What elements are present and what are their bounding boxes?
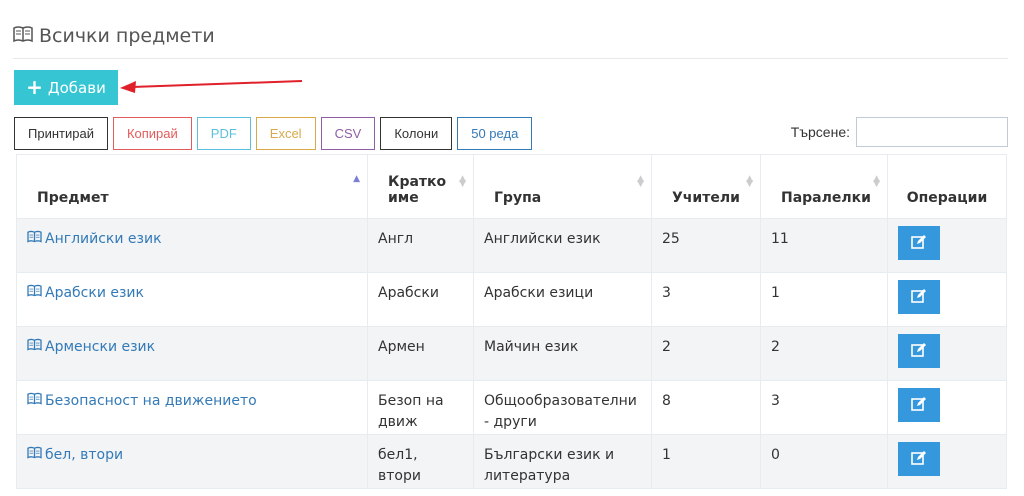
table-row: бел, втори бел1, втори Български език и ли…: [16, 434, 1007, 489]
cell-operations: [887, 434, 1007, 489]
cell-teachers: 1: [651, 434, 761, 489]
cell-group: Български език и литература: [473, 434, 652, 489]
add-button-label: Добави: [47, 78, 106, 97]
column-header-classes[interactable]: Паралелки ▲ ▼: [760, 154, 888, 219]
table-row: Арменски език Армен Майчин език 2 2: [16, 326, 1007, 381]
edit-button[interactable]: [898, 226, 940, 260]
sort-icon: ▲ ▼: [746, 174, 753, 189]
add-button[interactable]: + Добави: [14, 70, 118, 105]
cell-classes: 1: [760, 272, 888, 327]
book-icon: [27, 283, 42, 304]
cell-subject: Арабски език: [16, 272, 368, 327]
cell-short-name: Англ: [367, 218, 474, 273]
column-header-short-name[interactable]: Кратко име ▲ ▼: [367, 154, 474, 219]
edit-button[interactable]: [898, 334, 940, 368]
cell-classes: 0: [760, 434, 888, 489]
subject-link[interactable]: Арменски език: [27, 337, 155, 358]
cell-operations: [887, 326, 1007, 381]
subject-link[interactable]: Арабски език: [27, 283, 144, 304]
cell-teachers: 3: [651, 272, 761, 327]
edit-icon: [911, 396, 927, 414]
cell-short-name: Безоп на движ: [367, 380, 474, 435]
cell-teachers: 8: [651, 380, 761, 435]
cell-group: Майчин език: [473, 326, 652, 381]
export-button-4[interactable]: CSV: [320, 117, 376, 150]
cell-group: Общообразователни - други: [473, 380, 652, 435]
edit-icon: [911, 450, 927, 468]
cell-subject: Безопасност на движението: [16, 380, 368, 435]
edit-icon: [911, 234, 927, 252]
book-icon: [13, 25, 33, 48]
cell-group: Английски език: [473, 218, 652, 273]
cell-teachers: 25: [651, 218, 761, 273]
table-export-toolbar: Принтирай Копирай PDF Excel CSV Колони 50 реда: [14, 117, 533, 150]
table-header-row: Предмет ▲ Кратко име ▲ ▼ Група ▲ ▼ Учители…: [16, 154, 1007, 219]
cell-short-name: Арабски: [367, 272, 474, 327]
edit-button[interactable]: [898, 388, 940, 422]
cell-classes: 3: [760, 380, 888, 435]
subject-link[interactable]: Безопасност на движението: [27, 391, 257, 412]
cell-short-name: Армен: [367, 326, 474, 381]
column-header-group[interactable]: Група ▲ ▼: [473, 154, 652, 219]
edit-icon: [911, 342, 927, 360]
cell-subject: бел, втори: [16, 434, 368, 489]
page-title-text: Всички предмети: [39, 25, 215, 47]
page-title: Всички предмети: [13, 22, 215, 50]
sort-icon: ▲ ▼: [459, 174, 466, 189]
cell-operations: [887, 218, 1007, 273]
subject-link[interactable]: бел, втори: [27, 445, 123, 466]
cell-teachers: 2: [651, 326, 761, 381]
cell-subject: Английски език: [16, 218, 368, 273]
sort-asc-icon: ▲: [353, 174, 360, 184]
book-icon: [27, 337, 42, 358]
table-row: Английски език Англ Английски език 25 11: [16, 218, 1007, 273]
cell-short-name: бел1, втори: [367, 434, 474, 489]
export-button-5[interactable]: Колони: [380, 117, 453, 150]
export-button-6[interactable]: 50 реда: [457, 117, 533, 150]
search-input[interactable]: [856, 117, 1008, 147]
export-button-2[interactable]: PDF: [196, 117, 251, 150]
plus-icon: +: [26, 74, 43, 99]
column-header-teachers[interactable]: Учители ▲ ▼: [651, 154, 761, 219]
annotation-arrow-icon: [120, 80, 303, 93]
cell-subject: Арменски език: [16, 326, 368, 381]
cell-operations: [887, 272, 1007, 327]
subjects-table: Предмет ▲ Кратко име ▲ ▼ Група ▲ ▼ Учители…: [16, 154, 1007, 489]
sort-icon: ▲ ▼: [637, 174, 644, 189]
book-icon: [27, 445, 42, 466]
subject-link[interactable]: Английски език: [27, 229, 162, 250]
search-label: Търсене:: [790, 124, 850, 140]
column-header-operations: Операции: [887, 154, 1007, 219]
edit-button[interactable]: [898, 280, 940, 314]
export-button-3[interactable]: Excel: [255, 117, 316, 150]
table-row: Арабски език Арабски Арабски езици 3 1: [16, 272, 1007, 327]
sort-icon: ▲ ▼: [873, 174, 880, 189]
table-row: Безопасност на движението Безоп на движ Об…: [16, 380, 1007, 435]
cell-classes: 2: [760, 326, 888, 381]
book-icon: [27, 229, 42, 250]
title-divider: [13, 58, 1008, 59]
cell-classes: 11: [760, 218, 888, 273]
cell-group: Арабски езици: [473, 272, 652, 327]
column-header-subject[interactable]: Предмет ▲: [16, 154, 368, 219]
edit-button[interactable]: [898, 442, 940, 476]
edit-icon: [911, 288, 927, 306]
search-box: Търсене:: [791, 117, 1008, 147]
cell-operations: [887, 380, 1007, 435]
export-button-1[interactable]: Копирай: [112, 117, 192, 150]
export-button-0[interactable]: Принтирай: [14, 117, 108, 150]
book-icon: [27, 391, 42, 412]
